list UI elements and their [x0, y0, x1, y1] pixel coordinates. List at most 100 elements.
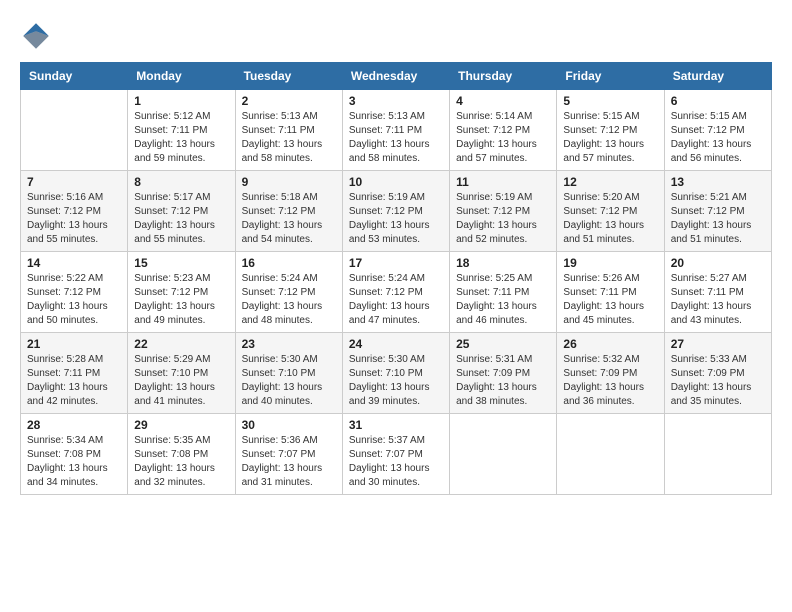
calendar-cell: 22 Sunrise: 5:29 AMSunset: 7:10 PMDayligh…	[128, 333, 235, 414]
day-number: 27	[671, 337, 765, 351]
calendar-cell: 24 Sunrise: 5:30 AMSunset: 7:10 PMDayligh…	[342, 333, 449, 414]
day-number: 15	[134, 256, 228, 270]
day-info: Sunrise: 5:27 AMSunset: 7:11 PMDaylight:…	[671, 272, 765, 328]
day-number: 17	[349, 256, 443, 270]
calendar-cell: 14Sunrise: 5:22 AMSunset: 7:12 PMDayligh…	[21, 252, 128, 333]
calendar-cell: 28 Sunrise: 5:34 AMSunset: 7:08 PMDayligh…	[21, 414, 128, 495]
day-number: 22	[134, 337, 228, 351]
day-info: Sunrise: 5:34 AMSunset: 7:08 PMDaylight:…	[27, 434, 121, 490]
column-header-wednesday: Wednesday	[342, 63, 449, 90]
day-info: Sunrise: 5:15 AMSunset: 7:12 PMDaylight:…	[563, 110, 657, 166]
calendar-cell: 29 Sunrise: 5:35 AMSunset: 7:08 PMDayligh…	[128, 414, 235, 495]
day-info: Sunrise: 5:24 AMSunset: 7:12 PMDaylight:…	[242, 272, 336, 328]
day-number: 16	[242, 256, 336, 270]
calendar-cell: 17 Sunrise: 5:24 AMSunset: 7:12 PMDayligh…	[342, 252, 449, 333]
calendar-week-row: 28 Sunrise: 5:34 AMSunset: 7:08 PMDayligh…	[21, 414, 772, 495]
column-header-friday: Friday	[557, 63, 664, 90]
calendar-cell: 15 Sunrise: 5:23 AMSunset: 7:12 PMDayligh…	[128, 252, 235, 333]
day-info: Sunrise: 5:13 AMSunset: 7:11 PMDaylight:…	[349, 110, 443, 166]
day-number: 8	[134, 175, 228, 189]
day-number: 20	[671, 256, 765, 270]
day-number: 1	[134, 94, 228, 108]
day-number: 26	[563, 337, 657, 351]
calendar-table: SundayMondayTuesdayWednesdayThursdayFrid…	[20, 62, 772, 495]
calendar-cell: 10 Sunrise: 5:19 AMSunset: 7:12 PMDayligh…	[342, 171, 449, 252]
day-info: Sunrise: 5:19 AMSunset: 7:12 PMDaylight:…	[349, 191, 443, 247]
calendar-cell	[450, 414, 557, 495]
day-number: 5	[563, 94, 657, 108]
day-number: 18	[456, 256, 550, 270]
day-number: 4	[456, 94, 550, 108]
day-info: Sunrise: 5:19 AMSunset: 7:12 PMDaylight:…	[456, 191, 550, 247]
day-number: 12	[563, 175, 657, 189]
day-info: Sunrise: 5:13 AMSunset: 7:11 PMDaylight:…	[242, 110, 336, 166]
logo	[20, 20, 56, 52]
calendar-cell: 31Sunrise: 5:37 AMSunset: 7:07 PMDayligh…	[342, 414, 449, 495]
day-number: 6	[671, 94, 765, 108]
calendar-cell: 11 Sunrise: 5:19 AMSunset: 7:12 PMDayligh…	[450, 171, 557, 252]
calendar-cell: 9Sunrise: 5:18 AMSunset: 7:12 PMDaylight…	[235, 171, 342, 252]
calendar-cell: 3Sunrise: 5:13 AMSunset: 7:11 PMDaylight…	[342, 90, 449, 171]
calendar-cell	[557, 414, 664, 495]
day-info: Sunrise: 5:37 AMSunset: 7:07 PMDaylight:…	[349, 434, 443, 490]
day-number: 19	[563, 256, 657, 270]
day-number: 10	[349, 175, 443, 189]
day-info: Sunrise: 5:25 AMSunset: 7:11 PMDaylight:…	[456, 272, 550, 328]
column-header-thursday: Thursday	[450, 63, 557, 90]
day-number: 7	[27, 175, 121, 189]
day-number: 21	[27, 337, 121, 351]
day-number: 9	[242, 175, 336, 189]
calendar-cell: 12 Sunrise: 5:20 AMSunset: 7:12 PMDayligh…	[557, 171, 664, 252]
calendar-cell: 25 Sunrise: 5:31 AMSunset: 7:09 PMDayligh…	[450, 333, 557, 414]
calendar-cell: 8 Sunrise: 5:17 AMSunset: 7:12 PMDaylight…	[128, 171, 235, 252]
day-info: Sunrise: 5:21 AMSunset: 7:12 PMDaylight:…	[671, 191, 765, 247]
day-number: 23	[242, 337, 336, 351]
calendar-cell: 30 Sunrise: 5:36 AMSunset: 7:07 PMDayligh…	[235, 414, 342, 495]
day-number: 28	[27, 418, 121, 432]
day-info: Sunrise: 5:28 AMSunset: 7:11 PMDaylight:…	[27, 353, 121, 409]
calendar-cell	[664, 414, 771, 495]
day-info: Sunrise: 5:26 AMSunset: 7:11 PMDaylight:…	[563, 272, 657, 328]
calendar-week-row: 1 Sunrise: 5:12 AMSunset: 7:11 PMDaylight…	[21, 90, 772, 171]
day-number: 29	[134, 418, 228, 432]
day-info: Sunrise: 5:29 AMSunset: 7:10 PMDaylight:…	[134, 353, 228, 409]
calendar-week-row: 21 Sunrise: 5:28 AMSunset: 7:11 PMDayligh…	[21, 333, 772, 414]
day-info: Sunrise: 5:23 AMSunset: 7:12 PMDaylight:…	[134, 272, 228, 328]
day-number: 11	[456, 175, 550, 189]
calendar-cell	[21, 90, 128, 171]
logo-icon	[20, 20, 52, 52]
calendar-cell: 20 Sunrise: 5:27 AMSunset: 7:11 PMDayligh…	[664, 252, 771, 333]
day-info: Sunrise: 5:36 AMSunset: 7:07 PMDaylight:…	[242, 434, 336, 490]
day-info: Sunrise: 5:20 AMSunset: 7:12 PMDaylight:…	[563, 191, 657, 247]
calendar-cell: 6Sunrise: 5:15 AMSunset: 7:12 PMDaylight…	[664, 90, 771, 171]
day-info: Sunrise: 5:16 AMSunset: 7:12 PMDaylight:…	[27, 191, 121, 247]
day-number: 25	[456, 337, 550, 351]
day-info: Sunrise: 5:24 AMSunset: 7:12 PMDaylight:…	[349, 272, 443, 328]
day-info: Sunrise: 5:33 AMSunset: 7:09 PMDaylight:…	[671, 353, 765, 409]
day-number: 14	[27, 256, 121, 270]
calendar-cell: 5 Sunrise: 5:15 AMSunset: 7:12 PMDaylight…	[557, 90, 664, 171]
column-header-saturday: Saturday	[664, 63, 771, 90]
day-info: Sunrise: 5:35 AMSunset: 7:08 PMDaylight:…	[134, 434, 228, 490]
calendar-cell: 23Sunrise: 5:30 AMSunset: 7:10 PMDayligh…	[235, 333, 342, 414]
day-number: 30	[242, 418, 336, 432]
day-number: 13	[671, 175, 765, 189]
calendar-cell: 18 Sunrise: 5:25 AMSunset: 7:11 PMDayligh…	[450, 252, 557, 333]
calendar-week-row: 7 Sunrise: 5:16 AMSunset: 7:12 PMDaylight…	[21, 171, 772, 252]
page-header	[20, 20, 772, 52]
calendar-cell: 1 Sunrise: 5:12 AMSunset: 7:11 PMDaylight…	[128, 90, 235, 171]
day-info: Sunrise: 5:30 AMSunset: 7:10 PMDaylight:…	[349, 353, 443, 409]
calendar-cell: 16 Sunrise: 5:24 AMSunset: 7:12 PMDayligh…	[235, 252, 342, 333]
day-info: Sunrise: 5:17 AMSunset: 7:12 PMDaylight:…	[134, 191, 228, 247]
day-info: Sunrise: 5:31 AMSunset: 7:09 PMDaylight:…	[456, 353, 550, 409]
calendar-cell: 19 Sunrise: 5:26 AMSunset: 7:11 PMDayligh…	[557, 252, 664, 333]
day-info: Sunrise: 5:32 AMSunset: 7:09 PMDaylight:…	[563, 353, 657, 409]
day-info: Sunrise: 5:12 AMSunset: 7:11 PMDaylight:…	[134, 110, 228, 166]
calendar-cell: 21 Sunrise: 5:28 AMSunset: 7:11 PMDayligh…	[21, 333, 128, 414]
calendar-cell: 13 Sunrise: 5:21 AMSunset: 7:12 PMDayligh…	[664, 171, 771, 252]
calendar-cell: 26 Sunrise: 5:32 AMSunset: 7:09 PMDayligh…	[557, 333, 664, 414]
day-number: 24	[349, 337, 443, 351]
calendar-cell: 4Sunrise: 5:14 AMSunset: 7:12 PMDaylight…	[450, 90, 557, 171]
calendar-week-row: 14Sunrise: 5:22 AMSunset: 7:12 PMDayligh…	[21, 252, 772, 333]
column-header-sunday: Sunday	[21, 63, 128, 90]
